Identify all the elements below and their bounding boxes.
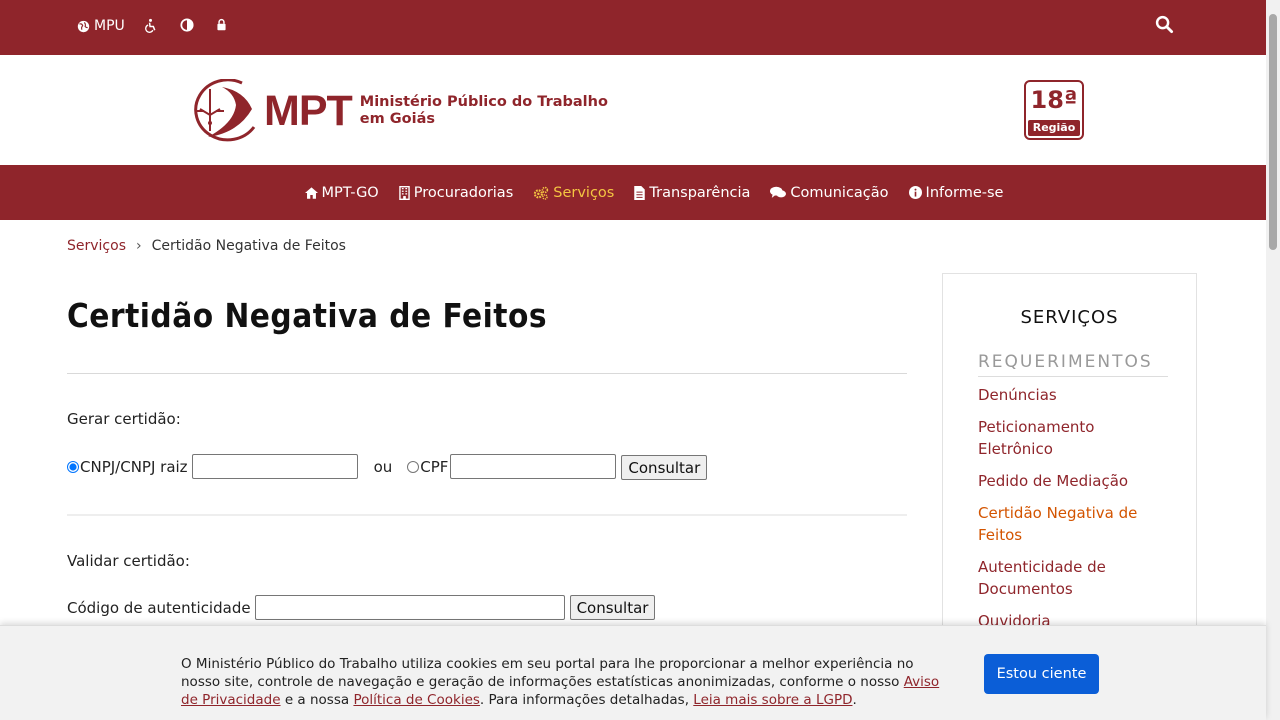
cookie-text-3: . Para informações detalhadas, <box>479 692 694 708</box>
nav-label: Comunicação <box>790 184 889 201</box>
cookie-text-1: O Ministério Público do Trabalho utiliza… <box>181 656 914 690</box>
org-name-line-1: Ministério Público do Trabalho <box>359 94 608 110</box>
sidebar-item-denuncias[interactable]: Denúncias <box>978 384 1158 406</box>
divider <box>67 373 907 374</box>
validar-certidao-label: Validar certidão: <box>67 552 190 570</box>
nav-item-procuradorias[interactable]: Procuradorias <box>398 184 514 201</box>
cookie-text-4: . <box>852 692 857 708</box>
scrollbar-thumb[interactable] <box>1269 14 1277 250</box>
accessibility-button[interactable] <box>143 18 158 33</box>
sidebar-item-certidao[interactable]: Certidão Negativa de Feitos <box>978 502 1158 546</box>
accessibility-icon <box>145 18 156 33</box>
validar-certidao-form: Código de autenticidade Consultar <box>67 595 656 620</box>
contrast-button[interactable] <box>180 18 194 32</box>
site-logo[interactable]: MPT Ministério Público do Trabalho em Go… <box>182 79 608 143</box>
sidebar-item-autenticidade[interactable]: Autenticidade de Documentos <box>978 556 1158 600</box>
regiao-label: Região <box>1028 120 1080 136</box>
codigo-autenticidade-input[interactable] <box>254 595 565 620</box>
nav-label: Informe-se <box>925 184 1004 201</box>
cnpj-radio[interactable] <box>67 460 79 473</box>
divider <box>67 514 907 516</box>
cnpj-label: CNPJ/CNPJ raiz <box>80 457 188 476</box>
page-scrollbar[interactable] <box>1266 0 1280 720</box>
comments-icon <box>770 186 787 198</box>
nav-label: MPT-GO <box>321 184 379 201</box>
gerar-certidao-form: CNPJ/CNPJ raiz ou CPF Consultar <box>67 453 708 480</box>
breadcrumb-link-servicos[interactable]: Serviços <box>67 238 126 254</box>
building-icon <box>398 185 410 200</box>
lgpd-link[interactable]: Leia mais sobre a LGPD <box>693 692 852 708</box>
cookie-text: O Ministério Público do Trabalho utiliza… <box>181 655 951 709</box>
cpf-radio[interactable] <box>407 460 420 473</box>
nav-label: Procuradorias <box>413 184 514 201</box>
mpu-label: MPU <box>94 18 125 34</box>
regiao-number: 18ª <box>1030 86 1078 114</box>
site-header: MPT Ministério Público do Trabalho em Go… <box>0 55 1266 165</box>
nav-item-mpt-go[interactable]: MPT-GO <box>304 184 379 201</box>
regiao-badge: 18ª Região <box>1024 80 1084 140</box>
info-icon <box>908 186 922 199</box>
contrast-icon <box>180 18 194 32</box>
globe-icon <box>77 20 90 32</box>
sidebar-title: SERVIÇOS <box>1020 307 1119 328</box>
org-name: Ministério Público do Trabalho em Goiás <box>360 94 608 128</box>
sidebar-item-peticionamento[interactable]: Peticionamento Eletrônico <box>978 416 1158 460</box>
cookie-text-2: e a nossa <box>280 692 354 708</box>
mpu-link[interactable]: MPU <box>77 18 125 34</box>
logo-text: MPT <box>264 86 353 135</box>
login-button[interactable] <box>215 18 228 31</box>
nav-label: Transparência <box>649 184 751 201</box>
consultar-gerar-button[interactable]: Consultar <box>621 455 708 480</box>
breadcrumb-current: Certidão Negativa de Feitos <box>151 238 346 254</box>
cogs-icon <box>534 186 549 200</box>
mpt-emblem-icon <box>194 79 256 142</box>
lock-icon <box>217 18 226 31</box>
page-title: Certidão Negativa de Feitos <box>67 296 548 335</box>
cpf-input[interactable] <box>450 454 617 479</box>
cnpj-input[interactable] <box>191 454 358 479</box>
search-button[interactable] <box>1155 15 1174 38</box>
codigo-label: Código de autenticidade <box>67 598 251 617</box>
accept-cookies-button[interactable]: Estou ciente <box>984 654 1099 694</box>
nav-item-informe-se[interactable]: Informe-se <box>908 184 1004 201</box>
ou-label: ou <box>373 457 393 476</box>
cookie-policy-link[interactable]: Política de Cookies <box>353 692 479 708</box>
breadcrumb-separator: › <box>136 238 142 254</box>
sidebar-group-heading: REQUERIMENTOS <box>978 352 1168 377</box>
breadcrumb: Serviços › Certidão Negativa de Feitos <box>67 238 346 254</box>
consultar-validar-button[interactable]: Consultar <box>569 595 656 620</box>
nav-item-servicos[interactable]: Serviços <box>533 185 614 201</box>
gerar-certidao-label: Gerar certidão: <box>67 410 181 428</box>
sidebar-list: Denúncias Peticionamento Eletrônico Pedi… <box>978 384 1158 642</box>
nav-item-transparencia[interactable]: Transparência <box>634 185 750 201</box>
cpf-label: CPF <box>420 457 449 476</box>
main-navigation: MPT-GO Procuradorias Serviços Transparên… <box>0 165 1266 220</box>
file-icon <box>634 185 646 200</box>
nav-label: Serviços <box>553 184 615 201</box>
org-name-line-2: em Goiás <box>359 111 436 127</box>
top-utility-bar: MPU <box>0 0 1266 55</box>
nav-item-comunicacao[interactable]: Comunicação <box>770 184 889 201</box>
sidebar-item-mediacao[interactable]: Pedido de Mediação <box>978 470 1158 492</box>
search-icon <box>1155 15 1174 34</box>
cookie-banner: O Ministério Público do Trabalho utiliza… <box>0 625 1266 720</box>
home-icon <box>304 186 318 199</box>
